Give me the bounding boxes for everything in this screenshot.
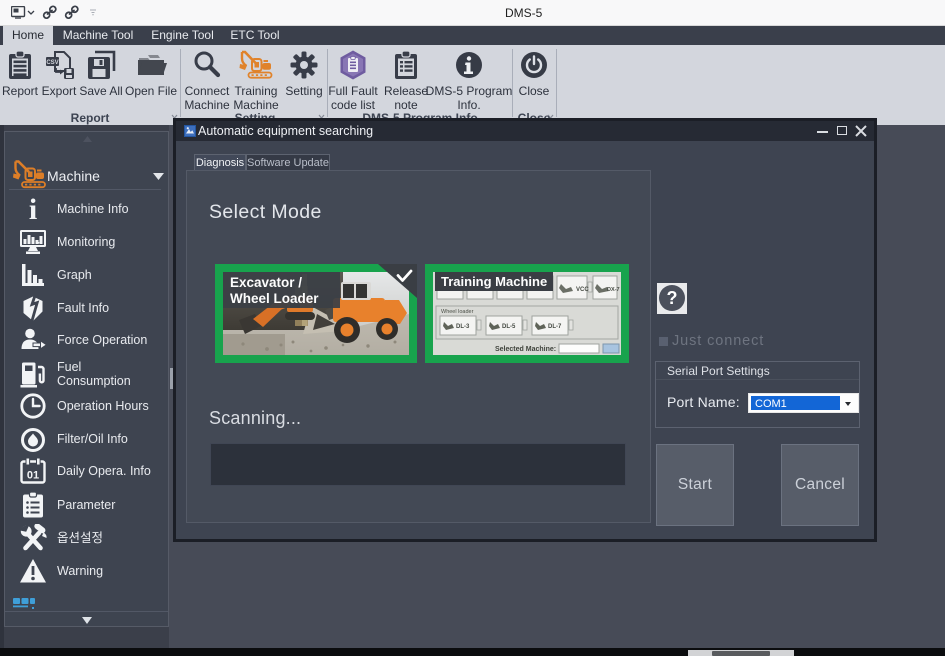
svg-text:Training Machine: Training Machine <box>441 274 547 289</box>
svg-text:DX-7: DX-7 <box>607 287 620 293</box>
svg-text:Wheel loader: Wheel loader <box>441 309 474 315</box>
svg-text:CSV: CSV <box>46 60 58 66</box>
svg-text:Excavator /: Excavator / <box>230 275 302 290</box>
svg-text:01: 01 <box>27 470 39 482</box>
svg-text:DL-3: DL-3 <box>456 324 470 330</box>
svg-text:Selected Machine:: Selected Machine: <box>495 346 556 353</box>
svg-text:Wheel Loader: Wheel Loader <box>230 291 319 306</box>
svg-text:VCC: VCC <box>576 287 589 293</box>
svg-text:DL-7: DL-7 <box>548 324 562 330</box>
svg-text:i: i <box>29 195 37 223</box>
svg-text:DL-5: DL-5 <box>502 324 516 330</box>
